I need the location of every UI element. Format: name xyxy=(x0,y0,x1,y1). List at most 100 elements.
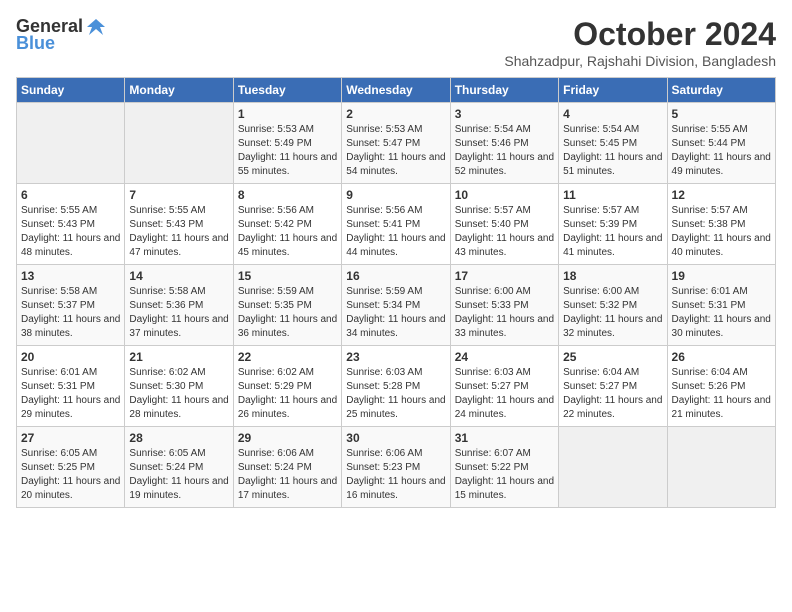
cell-info: Sunrise: 5:55 AMSunset: 5:44 PMDaylight:… xyxy=(672,123,771,179)
cell-info: Sunrise: 6:06 AMSunset: 5:24 PMDaylight:… xyxy=(238,447,337,503)
calendar-cell: 25Sunrise: 6:04 AMSunset: 5:27 PMDayligh… xyxy=(559,346,667,427)
weekday-header-wednesday: Wednesday xyxy=(342,78,450,103)
header: General Blue October 2024 Shahzadpur, Ra… xyxy=(16,16,776,69)
calendar-cell: 31 Sunrise: 6:07 AMSunset: 5:22 PMDayligh… xyxy=(450,427,558,508)
cell-info: Sunrise: 5:59 AMSunset: 5:35 PMDaylight:… xyxy=(238,285,337,341)
day-number: 29 xyxy=(238,431,337,445)
cell-info: Sunrise: 5:54 AMSunset: 5:45 PMDaylight:… xyxy=(563,123,662,179)
calendar-cell: 16 Sunrise: 5:59 AMSunset: 5:34 PMDayligh… xyxy=(342,265,450,346)
calendar-cell: 23 Sunrise: 6:03 AMSunset: 5:28 PMDayligh… xyxy=(342,346,450,427)
cell-info: Sunrise: 6:07 AMSunset: 5:22 PMDaylight:… xyxy=(455,447,554,503)
day-number: 4 xyxy=(563,107,662,121)
cell-info: Sunrise: 6:01 AMSunset: 5:31 PMDaylight:… xyxy=(21,366,120,422)
cell-info: Sunrise: 5:57 AMSunset: 5:38 PMDaylight:… xyxy=(672,204,771,260)
cell-info: Sunrise: 5:53 AMSunset: 5:49 PMDaylight:… xyxy=(238,123,337,179)
day-number: 20 xyxy=(21,350,120,364)
day-number: 17 xyxy=(455,269,554,283)
cell-info: Sunrise: 6:03 AMSunset: 5:27 PMDaylight:… xyxy=(455,366,554,422)
logo-blue-text: Blue xyxy=(16,33,55,54)
cell-info: Sunrise: 6:03 AMSunset: 5:28 PMDaylight:… xyxy=(346,366,445,422)
weekday-header-thursday: Thursday xyxy=(450,78,558,103)
day-number: 7 xyxy=(129,188,228,202)
calendar-cell: 14 Sunrise: 5:58 AMSunset: 5:36 PMDayligh… xyxy=(125,265,233,346)
day-number: 6 xyxy=(21,188,120,202)
day-number: 26 xyxy=(672,350,771,364)
calendar-cell: 21 Sunrise: 6:02 AMSunset: 5:30 PMDayligh… xyxy=(125,346,233,427)
day-number: 24 xyxy=(455,350,554,364)
day-number: 22 xyxy=(238,350,337,364)
calendar-cell: 28Sunrise: 6:05 AMSunset: 5:24 PMDayligh… xyxy=(125,427,233,508)
cell-info: Sunrise: 5:55 AMSunset: 5:43 PMDaylight:… xyxy=(21,204,120,260)
calendar-cell: 17 Sunrise: 6:00 AMSunset: 5:33 PMDayligh… xyxy=(450,265,558,346)
cell-info: Sunrise: 6:01 AMSunset: 5:31 PMDaylight:… xyxy=(672,285,771,341)
cell-info: Sunrise: 5:53 AMSunset: 5:47 PMDaylight:… xyxy=(346,123,445,179)
cell-info: Sunrise: 5:54 AMSunset: 5:46 PMDaylight:… xyxy=(455,123,554,179)
calendar-cell: 1 Sunrise: 5:53 AMSunset: 5:49 PMDaylight… xyxy=(233,103,341,184)
day-number: 25 xyxy=(563,350,662,364)
logo-bird-icon xyxy=(85,17,107,37)
calendar-cell: 4 Sunrise: 5:54 AMSunset: 5:45 PMDaylight… xyxy=(559,103,667,184)
location-subtitle: Shahzadpur, Rajshahi Division, Banglades… xyxy=(504,53,776,69)
calendar-week-row: 13 Sunrise: 5:58 AMSunset: 5:37 PMDayligh… xyxy=(17,265,776,346)
cell-info: Sunrise: 6:05 AMSunset: 5:25 PMDaylight:… xyxy=(21,447,120,503)
cell-info: Sunrise: 5:56 AMSunset: 5:42 PMDaylight:… xyxy=(238,204,337,260)
calendar-cell xyxy=(667,427,775,508)
calendar-cell xyxy=(17,103,125,184)
day-number: 15 xyxy=(238,269,337,283)
calendar-cell: 5 Sunrise: 5:55 AMSunset: 5:44 PMDaylight… xyxy=(667,103,775,184)
calendar-cell: 7 Sunrise: 5:55 AMSunset: 5:43 PMDaylight… xyxy=(125,184,233,265)
cell-info: Sunrise: 6:02 AMSunset: 5:30 PMDaylight:… xyxy=(129,366,228,422)
day-number: 18 xyxy=(563,269,662,283)
day-number: 13 xyxy=(21,269,120,283)
calendar-cell: 29 Sunrise: 6:06 AMSunset: 5:24 PMDayligh… xyxy=(233,427,341,508)
day-number: 27 xyxy=(21,431,120,445)
weekday-header-tuesday: Tuesday xyxy=(233,78,341,103)
cell-info: Sunrise: 6:00 AMSunset: 5:33 PMDaylight:… xyxy=(455,285,554,341)
calendar-table: SundayMondayTuesdayWednesdayThursdayFrid… xyxy=(16,77,776,508)
cell-info: Sunrise: 5:59 AMSunset: 5:34 PMDaylight:… xyxy=(346,285,445,341)
calendar-cell: 9Sunrise: 5:56 AMSunset: 5:41 PMDaylight… xyxy=(342,184,450,265)
day-number: 3 xyxy=(455,107,554,121)
calendar-cell: 6 Sunrise: 5:55 AMSunset: 5:43 PMDaylight… xyxy=(17,184,125,265)
day-number: 10 xyxy=(455,188,554,202)
cell-info: Sunrise: 6:02 AMSunset: 5:29 PMDaylight:… xyxy=(238,366,337,422)
calendar-cell: 27 Sunrise: 6:05 AMSunset: 5:25 PMDayligh… xyxy=(17,427,125,508)
weekday-header-saturday: Saturday xyxy=(667,78,775,103)
day-number: 30 xyxy=(346,431,445,445)
day-number: 19 xyxy=(672,269,771,283)
day-number: 5 xyxy=(672,107,771,121)
calendar-cell xyxy=(559,427,667,508)
day-number: 1 xyxy=(238,107,337,121)
cell-info: Sunrise: 5:55 AMSunset: 5:43 PMDaylight:… xyxy=(129,204,228,260)
cell-info: Sunrise: 6:00 AMSunset: 5:32 PMDaylight:… xyxy=(563,285,662,341)
day-number: 21 xyxy=(129,350,228,364)
cell-info: Sunrise: 5:58 AMSunset: 5:37 PMDaylight:… xyxy=(21,285,120,341)
cell-info: Sunrise: 6:06 AMSunset: 5:23 PMDaylight:… xyxy=(346,447,445,503)
day-number: 16 xyxy=(346,269,445,283)
calendar-cell: 11Sunrise: 5:57 AMSunset: 5:39 PMDayligh… xyxy=(559,184,667,265)
calendar-cell: 12 Sunrise: 5:57 AMSunset: 5:38 PMDayligh… xyxy=(667,184,775,265)
calendar-cell xyxy=(125,103,233,184)
day-number: 9 xyxy=(346,188,445,202)
logo: General Blue xyxy=(16,16,107,54)
calendar-cell: 30 Sunrise: 6:06 AMSunset: 5:23 PMDayligh… xyxy=(342,427,450,508)
day-number: 31 xyxy=(455,431,554,445)
day-number: 2 xyxy=(346,107,445,121)
day-number: 8 xyxy=(238,188,337,202)
calendar-cell: 13 Sunrise: 5:58 AMSunset: 5:37 PMDayligh… xyxy=(17,265,125,346)
cell-info: Sunrise: 5:58 AMSunset: 5:36 PMDaylight:… xyxy=(129,285,228,341)
calendar-cell: 8 Sunrise: 5:56 AMSunset: 5:42 PMDaylight… xyxy=(233,184,341,265)
calendar-cell: 20 Sunrise: 6:01 AMSunset: 5:31 PMDayligh… xyxy=(17,346,125,427)
weekday-header-friday: Friday xyxy=(559,78,667,103)
calendar-cell: 22 Sunrise: 6:02 AMSunset: 5:29 PMDayligh… xyxy=(233,346,341,427)
calendar-cell: 15 Sunrise: 5:59 AMSunset: 5:35 PMDayligh… xyxy=(233,265,341,346)
calendar-week-row: 6 Sunrise: 5:55 AMSunset: 5:43 PMDaylight… xyxy=(17,184,776,265)
title-area: October 2024 Shahzadpur, Rajshahi Divisi… xyxy=(504,16,776,69)
cell-info: Sunrise: 6:05 AMSunset: 5:24 PMDaylight:… xyxy=(129,447,228,503)
weekday-header-sunday: Sunday xyxy=(17,78,125,103)
day-number: 12 xyxy=(672,188,771,202)
day-number: 14 xyxy=(129,269,228,283)
day-number: 23 xyxy=(346,350,445,364)
calendar-week-row: 1 Sunrise: 5:53 AMSunset: 5:49 PMDaylight… xyxy=(17,103,776,184)
weekday-header-monday: Monday xyxy=(125,78,233,103)
